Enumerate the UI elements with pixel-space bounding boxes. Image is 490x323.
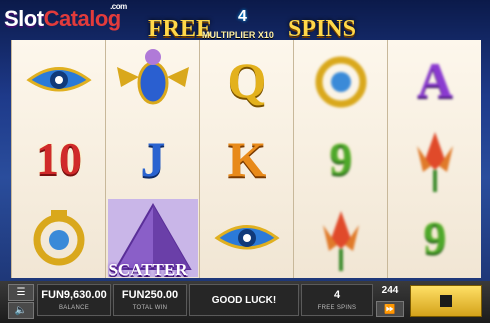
lotus-icon — [388, 119, 482, 198]
total-win-display: FUN250.00 TOTAL WIN — [113, 284, 187, 316]
menu-icon: ☰ — [16, 287, 26, 298]
fast-forward-icon: ⏩ — [384, 303, 396, 314]
banner-multiplier: MULTIPLIER X10 — [202, 30, 274, 40]
spin-stop-button[interactable] — [410, 285, 482, 317]
balance-value: FUN9,630.00 — [41, 289, 107, 301]
symbol-10: 10 — [36, 133, 82, 184]
symbol-q: Q — [227, 51, 267, 108]
eye-of-horus-icon — [12, 40, 106, 119]
banner-spins-text: SPINS — [288, 16, 357, 42]
symbol-j: J — [140, 130, 166, 187]
reel-4: 9 — [293, 40, 387, 278]
reel-2: J — [105, 40, 199, 278]
ring-amulet-icon — [294, 40, 388, 119]
fast-forward-button[interactable]: ⏩ — [376, 301, 404, 317]
symbol-a: A — [416, 51, 454, 108]
ring-amulet-icon — [12, 198, 106, 277]
status-message: GOOD LUCK! — [211, 295, 277, 306]
menu-button[interactable]: ☰ — [8, 284, 34, 301]
speaker-icon: 🔈 — [14, 305, 28, 316]
free-spins-label: FREE SPINS — [317, 305, 357, 311]
symbol-9: 9 — [423, 212, 447, 263]
free-spins-display: 4 FREE SPINS — [301, 284, 373, 316]
lines-count: 244 — [381, 285, 399, 296]
total-win-value: FUN250.00 — [121, 289, 179, 301]
free-spins-value: 4 — [333, 289, 341, 301]
free-spins-banner: FREE 4 MULTIPLIER X10 SPINS — [140, 8, 360, 44]
reel-area: 10 J Q K 9 A 9 — [11, 40, 481, 278]
reel-3: Q K — [199, 40, 293, 278]
symbol-9: 9 — [329, 133, 353, 184]
logo-suffix: .com — [110, 2, 127, 11]
total-win-label: TOTAL WIN — [132, 305, 168, 311]
watermark-logo: SlotCatalog .com — [4, 2, 127, 32]
scarab-icon — [106, 40, 200, 119]
message-display: GOOD LUCK! — [189, 284, 299, 316]
symbol-k: K — [227, 130, 267, 187]
eye-of-horus-icon — [200, 198, 294, 277]
reel-1: 10 — [11, 40, 105, 278]
scatter-label: SCATTER — [108, 260, 188, 279]
lotus-icon — [294, 198, 388, 277]
balance-display: FUN9,630.00 BALANCE — [37, 284, 111, 316]
reel-5: A 9 — [387, 40, 481, 278]
logo-text-slot: Slot — [4, 6, 44, 31]
banner-spin-count: 4 — [238, 8, 247, 25]
sound-button[interactable]: 🔈 — [8, 302, 34, 319]
stop-icon — [440, 295, 452, 307]
balance-label: BALANCE — [58, 305, 90, 311]
